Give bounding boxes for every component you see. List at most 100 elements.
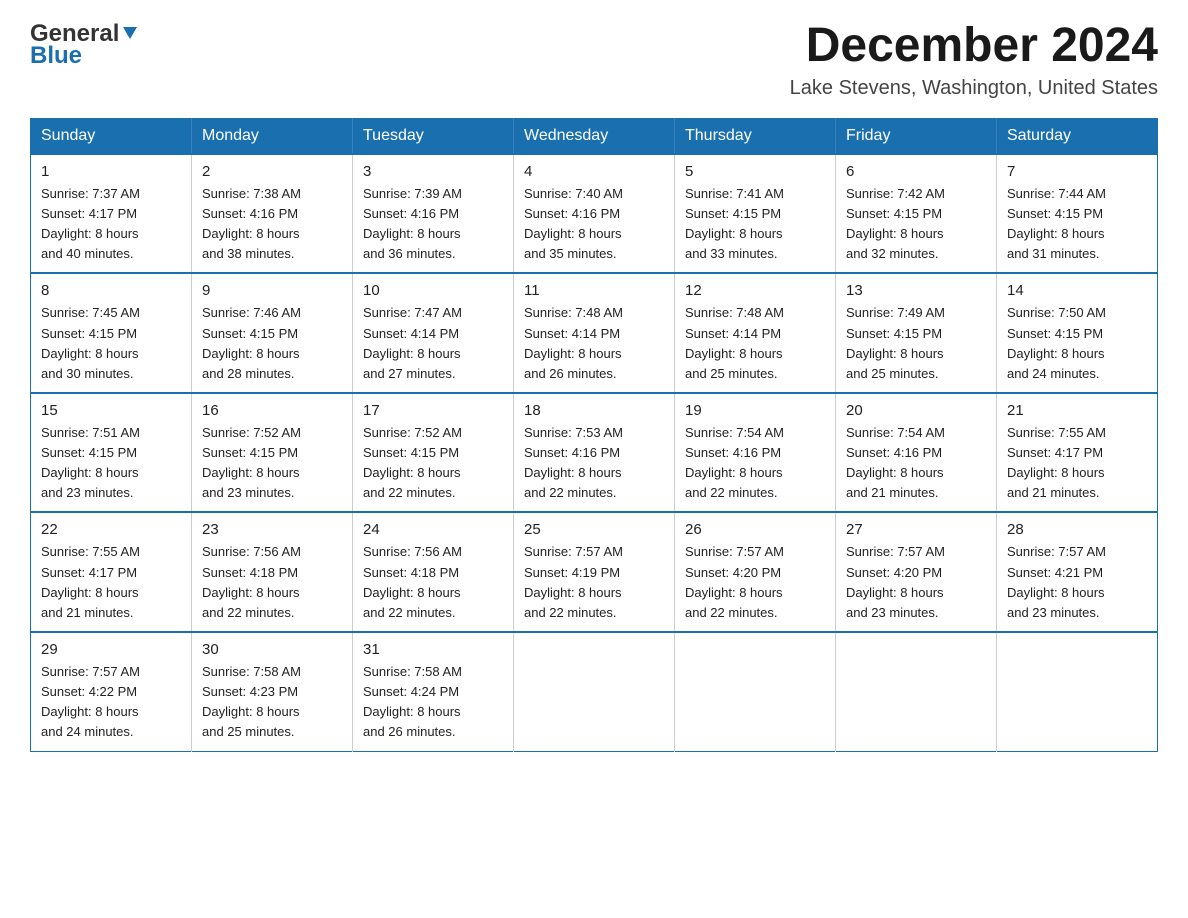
table-row: 22 Sunrise: 7:55 AM Sunset: 4:17 PM Dayl… (31, 512, 192, 632)
table-row (836, 632, 997, 751)
day-info: Sunrise: 7:57 AM Sunset: 4:19 PM Dayligh… (524, 542, 664, 623)
day-info: Sunrise: 7:56 AM Sunset: 4:18 PM Dayligh… (363, 542, 503, 623)
calendar-week-row: 22 Sunrise: 7:55 AM Sunset: 4:17 PM Dayl… (31, 512, 1158, 632)
day-info: Sunrise: 7:48 AM Sunset: 4:14 PM Dayligh… (524, 303, 664, 384)
day-info: Sunrise: 7:58 AM Sunset: 4:24 PM Dayligh… (363, 662, 503, 743)
table-row: 26 Sunrise: 7:57 AM Sunset: 4:20 PM Dayl… (675, 512, 836, 632)
logo: General Blue (30, 20, 139, 68)
day-number: 10 (363, 282, 503, 299)
logo-triangle-icon (121, 23, 139, 46)
day-info: Sunrise: 7:54 AM Sunset: 4:16 PM Dayligh… (685, 423, 825, 504)
day-number: 7 (1007, 163, 1147, 180)
table-row: 8 Sunrise: 7:45 AM Sunset: 4:15 PM Dayli… (31, 273, 192, 393)
calendar-week-row: 15 Sunrise: 7:51 AM Sunset: 4:15 PM Dayl… (31, 393, 1158, 513)
header-friday: Friday (836, 118, 997, 154)
day-number: 5 (685, 163, 825, 180)
month-title: December 2024 (790, 20, 1158, 73)
day-info: Sunrise: 7:48 AM Sunset: 4:14 PM Dayligh… (685, 303, 825, 384)
table-row: 31 Sunrise: 7:58 AM Sunset: 4:24 PM Dayl… (353, 632, 514, 751)
calendar-week-row: 29 Sunrise: 7:57 AM Sunset: 4:22 PM Dayl… (31, 632, 1158, 751)
day-info: Sunrise: 7:41 AM Sunset: 4:15 PM Dayligh… (685, 184, 825, 265)
header-tuesday: Tuesday (353, 118, 514, 154)
day-number: 3 (363, 163, 503, 180)
calendar-week-row: 8 Sunrise: 7:45 AM Sunset: 4:15 PM Dayli… (31, 273, 1158, 393)
table-row: 14 Sunrise: 7:50 AM Sunset: 4:15 PM Dayl… (997, 273, 1158, 393)
day-info: Sunrise: 7:37 AM Sunset: 4:17 PM Dayligh… (41, 184, 181, 265)
table-row (997, 632, 1158, 751)
day-info: Sunrise: 7:58 AM Sunset: 4:23 PM Dayligh… (202, 662, 342, 743)
day-info: Sunrise: 7:53 AM Sunset: 4:16 PM Dayligh… (524, 423, 664, 504)
table-row: 6 Sunrise: 7:42 AM Sunset: 4:15 PM Dayli… (836, 154, 997, 274)
table-row: 7 Sunrise: 7:44 AM Sunset: 4:15 PM Dayli… (997, 154, 1158, 274)
day-number: 11 (524, 282, 664, 299)
table-row: 1 Sunrise: 7:37 AM Sunset: 4:17 PM Dayli… (31, 154, 192, 274)
day-info: Sunrise: 7:50 AM Sunset: 4:15 PM Dayligh… (1007, 303, 1147, 384)
header-thursday: Thursday (675, 118, 836, 154)
day-number: 14 (1007, 282, 1147, 299)
day-number: 19 (685, 402, 825, 419)
day-number: 24 (363, 521, 503, 538)
day-info: Sunrise: 7:47 AM Sunset: 4:14 PM Dayligh… (363, 303, 503, 384)
logo-blue-text: Blue (30, 44, 82, 68)
day-number: 12 (685, 282, 825, 299)
day-info: Sunrise: 7:46 AM Sunset: 4:15 PM Dayligh… (202, 303, 342, 384)
day-info: Sunrise: 7:45 AM Sunset: 4:15 PM Dayligh… (41, 303, 181, 384)
day-number: 4 (524, 163, 664, 180)
title-area: December 2024 Lake Stevens, Washington, … (790, 20, 1158, 100)
day-number: 8 (41, 282, 181, 299)
table-row: 25 Sunrise: 7:57 AM Sunset: 4:19 PM Dayl… (514, 512, 675, 632)
day-info: Sunrise: 7:55 AM Sunset: 4:17 PM Dayligh… (41, 542, 181, 623)
day-info: Sunrise: 7:55 AM Sunset: 4:17 PM Dayligh… (1007, 423, 1147, 504)
table-row: 23 Sunrise: 7:56 AM Sunset: 4:18 PM Dayl… (192, 512, 353, 632)
page-header: General Blue December 2024 Lake Stevens,… (30, 20, 1158, 100)
day-number: 27 (846, 521, 986, 538)
location-title: Lake Stevens, Washington, United States (790, 77, 1158, 100)
table-row: 29 Sunrise: 7:57 AM Sunset: 4:22 PM Dayl… (31, 632, 192, 751)
table-row: 10 Sunrise: 7:47 AM Sunset: 4:14 PM Dayl… (353, 273, 514, 393)
day-info: Sunrise: 7:56 AM Sunset: 4:18 PM Dayligh… (202, 542, 342, 623)
table-row: 24 Sunrise: 7:56 AM Sunset: 4:18 PM Dayl… (353, 512, 514, 632)
table-row: 28 Sunrise: 7:57 AM Sunset: 4:21 PM Dayl… (997, 512, 1158, 632)
day-number: 25 (524, 521, 664, 538)
table-row: 9 Sunrise: 7:46 AM Sunset: 4:15 PM Dayli… (192, 273, 353, 393)
day-number: 1 (41, 163, 181, 180)
table-row: 19 Sunrise: 7:54 AM Sunset: 4:16 PM Dayl… (675, 393, 836, 513)
table-row: 13 Sunrise: 7:49 AM Sunset: 4:15 PM Dayl… (836, 273, 997, 393)
day-number: 31 (363, 641, 503, 658)
table-row: 17 Sunrise: 7:52 AM Sunset: 4:15 PM Dayl… (353, 393, 514, 513)
day-number: 29 (41, 641, 181, 658)
day-number: 9 (202, 282, 342, 299)
table-row: 11 Sunrise: 7:48 AM Sunset: 4:14 PM Dayl… (514, 273, 675, 393)
table-row: 18 Sunrise: 7:53 AM Sunset: 4:16 PM Dayl… (514, 393, 675, 513)
table-row (514, 632, 675, 751)
calendar-week-row: 1 Sunrise: 7:37 AM Sunset: 4:17 PM Dayli… (31, 154, 1158, 274)
day-info: Sunrise: 7:49 AM Sunset: 4:15 PM Dayligh… (846, 303, 986, 384)
table-row: 27 Sunrise: 7:57 AM Sunset: 4:20 PM Dayl… (836, 512, 997, 632)
day-info: Sunrise: 7:42 AM Sunset: 4:15 PM Dayligh… (846, 184, 986, 265)
day-info: Sunrise: 7:38 AM Sunset: 4:16 PM Dayligh… (202, 184, 342, 265)
table-row (675, 632, 836, 751)
table-row: 12 Sunrise: 7:48 AM Sunset: 4:14 PM Dayl… (675, 273, 836, 393)
table-row: 21 Sunrise: 7:55 AM Sunset: 4:17 PM Dayl… (997, 393, 1158, 513)
table-row: 4 Sunrise: 7:40 AM Sunset: 4:16 PM Dayli… (514, 154, 675, 274)
day-number: 28 (1007, 521, 1147, 538)
header-monday: Monday (192, 118, 353, 154)
day-number: 15 (41, 402, 181, 419)
day-number: 20 (846, 402, 986, 419)
calendar-header-row: Sunday Monday Tuesday Wednesday Thursday… (31, 118, 1158, 154)
table-row: 2 Sunrise: 7:38 AM Sunset: 4:16 PM Dayli… (192, 154, 353, 274)
day-number: 22 (41, 521, 181, 538)
day-info: Sunrise: 7:57 AM Sunset: 4:22 PM Dayligh… (41, 662, 181, 743)
day-info: Sunrise: 7:39 AM Sunset: 4:16 PM Dayligh… (363, 184, 503, 265)
day-info: Sunrise: 7:57 AM Sunset: 4:21 PM Dayligh… (1007, 542, 1147, 623)
day-info: Sunrise: 7:51 AM Sunset: 4:15 PM Dayligh… (41, 423, 181, 504)
header-wednesday: Wednesday (514, 118, 675, 154)
day-number: 21 (1007, 402, 1147, 419)
table-row: 30 Sunrise: 7:58 AM Sunset: 4:23 PM Dayl… (192, 632, 353, 751)
day-number: 30 (202, 641, 342, 658)
day-number: 16 (202, 402, 342, 419)
day-number: 2 (202, 163, 342, 180)
day-info: Sunrise: 7:57 AM Sunset: 4:20 PM Dayligh… (685, 542, 825, 623)
table-row: 16 Sunrise: 7:52 AM Sunset: 4:15 PM Dayl… (192, 393, 353, 513)
day-number: 6 (846, 163, 986, 180)
